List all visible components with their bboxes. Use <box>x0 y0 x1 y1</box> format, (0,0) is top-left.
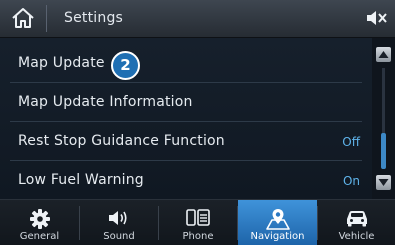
list-item-label: Low Fuel Warning <box>18 172 144 188</box>
tab-vehicle[interactable]: Vehicle <box>318 200 395 245</box>
list-item-value: Off <box>342 135 360 149</box>
map-pin-icon <box>265 209 290 230</box>
phone-icon <box>186 209 210 226</box>
scrollbar[interactable] <box>372 38 395 199</box>
tab-general[interactable]: General <box>0 200 79 245</box>
car-icon <box>346 211 367 227</box>
header-bar: Settings <box>0 0 395 38</box>
speaker-icon <box>109 211 127 225</box>
speaker-mute-icon <box>367 11 387 25</box>
mute-button[interactable] <box>351 0 395 37</box>
callout-badge: 2 <box>111 51 140 80</box>
chevron-up-icon <box>378 51 389 58</box>
list-item-rest-stop-guidance[interactable]: Rest Stop Guidance Function Off <box>0 122 372 161</box>
gear-icon <box>29 209 50 229</box>
home-button[interactable] <box>0 0 46 37</box>
settings-list: Map Update 2 Map Update Information Rest… <box>0 38 372 199</box>
settings-screen: Settings Map Update 2 Map Update Informa… <box>0 0 395 245</box>
chevron-down-icon <box>378 179 389 186</box>
bottom-tab-bar: General Sound Phone Navigation Vehicle <box>0 199 395 245</box>
tab-label: Navigation <box>250 231 305 242</box>
page-title: Settings <box>64 10 124 26</box>
tab-label: Vehicle <box>338 231 375 242</box>
scroll-down-button[interactable] <box>376 175 391 190</box>
list-item-map-update-information[interactable]: Map Update Information <box>0 83 372 122</box>
scroll-thumb[interactable] <box>381 133 386 169</box>
tab-label: Sound <box>103 231 135 242</box>
list-item-label: Map Update Information <box>18 94 193 110</box>
list-item-value: On <box>342 174 360 188</box>
list-item-label: Rest Stop Guidance Function <box>18 133 225 149</box>
tab-label: General <box>19 231 60 242</box>
tab-label: Phone <box>182 231 214 242</box>
list-item-low-fuel-warning[interactable]: Low Fuel Warning On <box>0 161 372 200</box>
list-item-label: Map Update <box>18 55 105 71</box>
header-divider <box>46 5 47 32</box>
home-icon <box>12 8 34 28</box>
scroll-up-button[interactable] <box>376 47 391 62</box>
tab-sound[interactable]: Sound <box>80 200 158 245</box>
tab-navigation[interactable]: Navigation <box>238 200 317 245</box>
tab-phone[interactable]: Phone <box>159 200 237 245</box>
list-item-map-update[interactable]: Map Update 2 <box>0 44 372 83</box>
